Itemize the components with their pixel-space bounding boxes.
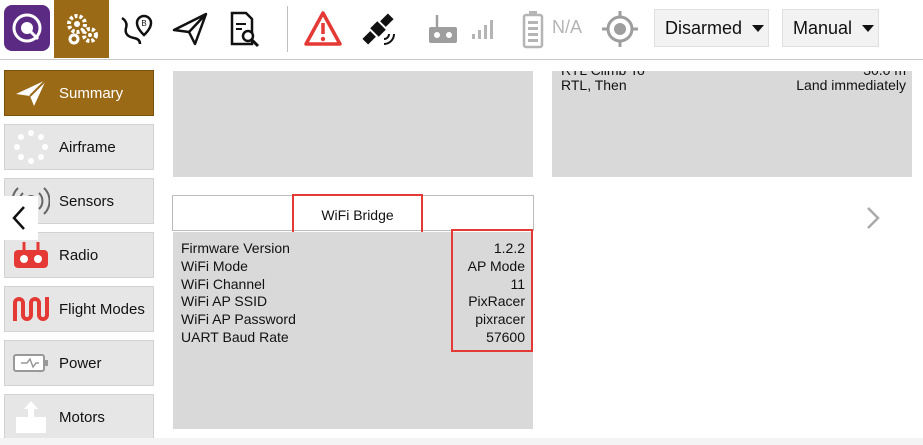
warning-icon: [304, 11, 342, 46]
flight-mode-dropdown[interactable]: Manual: [782, 9, 879, 47]
airframe-dots-icon: [9, 125, 53, 169]
summary-panel-top-left: [173, 71, 533, 177]
app-logo-button[interactable]: [4, 5, 50, 51]
wifi-row-label: Firmware Version: [181, 240, 290, 256]
wifi-row-label: WiFi AP SSID: [181, 293, 268, 309]
wifi-row-label: UART Baud Rate: [181, 329, 289, 345]
top-toolbar: B N/A Disarmed Manual: [0, 0, 923, 60]
qgc-logo-icon: [12, 13, 42, 43]
flight-mode-value: Manual: [793, 17, 853, 38]
rtl-then-label: RTL, Then: [561, 77, 627, 93]
sidebar-item-label: Summary: [59, 84, 124, 102]
flight-modes-icon: [9, 287, 53, 331]
battery-icon: [9, 341, 53, 385]
wifi-bridge-title-text: WiFi Bridge: [321, 206, 394, 223]
chevron-down-icon: [862, 24, 875, 32]
sidebar-item-label: Flight Modes: [59, 300, 145, 318]
sidebar-item-flight-modes[interactable]: Flight Modes: [4, 286, 154, 332]
rtl-then-value: Land immediately: [796, 77, 906, 93]
battery-indicator[interactable]: [518, 0, 548, 58]
wifi-bridge-title: WiFi Bridge: [292, 194, 423, 235]
scroll-right-button[interactable]: [860, 200, 886, 236]
svg-text:B: B: [141, 19, 146, 28]
paper-plane-icon: [9, 71, 53, 115]
vehicle-setup-button[interactable]: [54, 0, 109, 58]
plan-waypoint-icon: B: [121, 14, 153, 45]
sidebar-item-label: Motors: [59, 408, 105, 426]
toolbar-divider: [287, 6, 288, 52]
paper-plane-icon: [172, 12, 208, 46]
analyze-document-icon: [230, 11, 260, 48]
rc-transmitter-icon: [429, 15, 457, 43]
values-highlight-box: [451, 229, 533, 352]
signal-strength-indicator: [468, 0, 496, 58]
plan-view-button[interactable]: B: [114, 0, 160, 58]
rc-rssi-indicator[interactable]: [423, 0, 463, 58]
sidebar-item-label: Sensors: [59, 192, 115, 210]
sidebar-item-motors[interactable]: Motors: [4, 394, 154, 440]
analyze-button[interactable]: [220, 0, 266, 58]
sidebar-item-label: Radio: [59, 246, 99, 264]
gps-indicator[interactable]: [355, 0, 401, 58]
rtl-then-row: RTL, Then Land immediately: [561, 77, 906, 93]
battery-icon: [522, 11, 544, 49]
gears-icon: [66, 14, 98, 45]
crosshair-icon: [602, 11, 638, 47]
battery-status-text: N/A: [552, 17, 583, 37]
wifi-row-label: WiFi Channel: [181, 276, 266, 292]
chevron-right-icon: [867, 207, 880, 229]
sidebar-item-airframe[interactable]: Airframe: [4, 124, 154, 170]
chevron-down-icon: [752, 24, 765, 32]
wifi-row-label: WiFi Mode: [181, 258, 248, 274]
bottom-strip: [0, 438, 923, 445]
safety-summary-panel: RTL Climb To 30.0 m RTL, Then Land immed…: [552, 71, 912, 177]
arm-state-value: Disarmed: [665, 17, 743, 38]
sidebar-item-summary[interactable]: Summary: [4, 70, 154, 116]
fly-view-button[interactable]: [167, 0, 213, 58]
sidebar-item-power[interactable]: Power: [4, 340, 154, 386]
messages-indicator[interactable]: [300, 0, 346, 58]
satellite-icon: [362, 13, 395, 45]
sidebar-item-label: Power: [59, 354, 102, 372]
gps-rtk-indicator[interactable]: [598, 0, 642, 58]
motors-icon: [9, 395, 53, 439]
sidebar-item-label: Airframe: [59, 138, 116, 156]
arm-state-dropdown[interactable]: Disarmed: [654, 9, 769, 47]
chevron-left-icon: [12, 206, 25, 230]
scroll-left-button[interactable]: [0, 196, 38, 240]
wifi-row-label: WiFi AP Password: [181, 311, 296, 327]
signal-bars-icon: [472, 20, 493, 39]
